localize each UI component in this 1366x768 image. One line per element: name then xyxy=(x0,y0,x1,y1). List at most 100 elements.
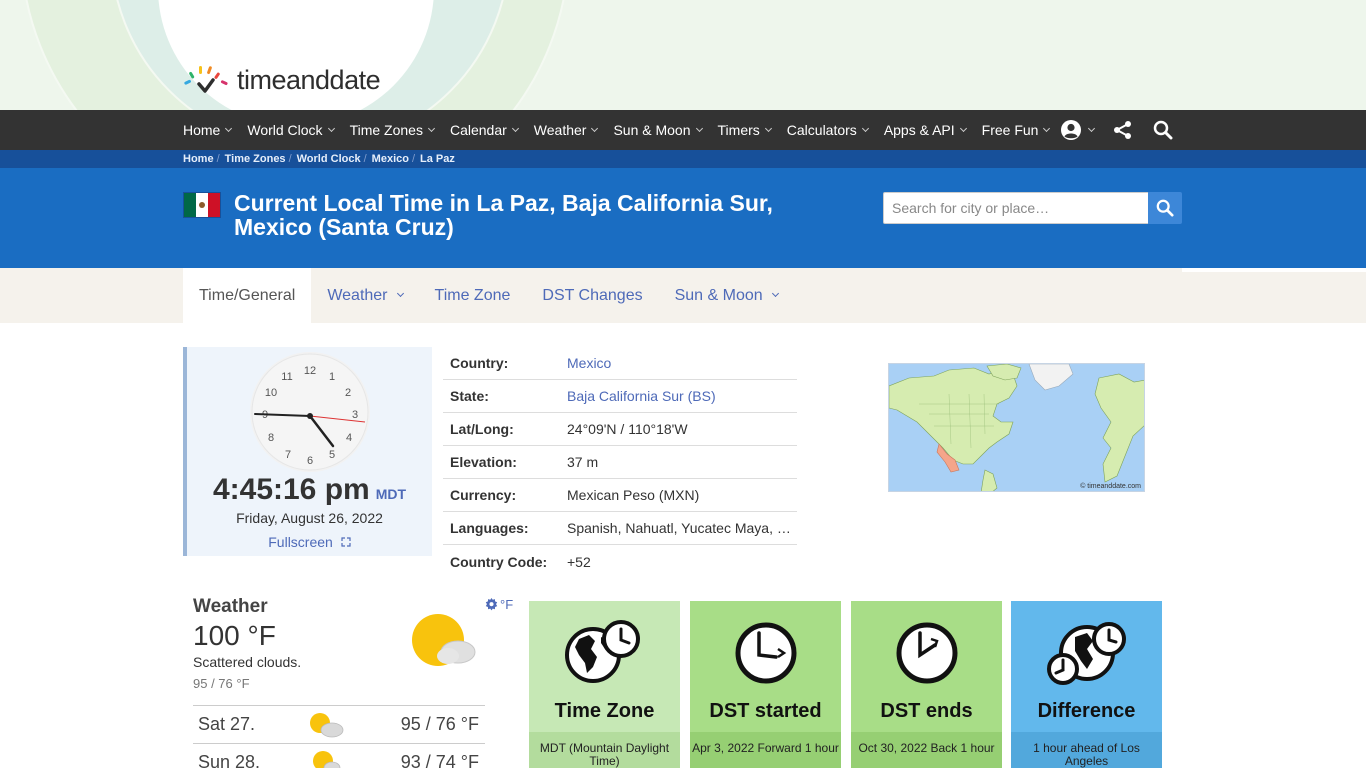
chevron-down-icon xyxy=(771,289,779,298)
site-header: timeanddate xyxy=(0,0,1366,110)
card-detail: 1 hour ahead of Los Angeles xyxy=(1011,732,1162,768)
breadcrumb-item[interactable]: World Clock / xyxy=(297,153,367,165)
info-value: +52 xyxy=(567,553,591,570)
logo-icon xyxy=(184,66,228,93)
nav-label: Calendar xyxy=(449,122,507,138)
nav-calculators[interactable]: Calculators xyxy=(786,122,869,138)
current-date: Friday, August 26, 2022 xyxy=(236,510,383,526)
world-map-image xyxy=(889,364,1144,491)
tab-dst-changes[interactable]: DST Changes xyxy=(526,268,658,323)
svg-text:8: 8 xyxy=(268,432,274,444)
account-menu[interactable] xyxy=(1060,119,1096,141)
breadcrumb-label: Time Zones xyxy=(224,153,286,165)
info-row-country: Country: Mexico xyxy=(443,347,797,380)
weather-high-low: 95 / 76 °F xyxy=(193,676,250,691)
dst-started-card[interactable]: DST started Apr 3, 2022 Forward 1 hour xyxy=(690,601,841,768)
globe-clock-icon xyxy=(565,620,640,683)
nav-time-zones[interactable]: Time Zones xyxy=(350,122,435,138)
expand-icon xyxy=(341,537,351,547)
breadcrumb-separator: / xyxy=(288,153,292,165)
card-title: DST started xyxy=(709,700,822,722)
nav-calendar[interactable]: Calendar xyxy=(449,122,519,138)
city-search-input[interactable] xyxy=(883,192,1149,224)
country-link[interactable]: Mexico xyxy=(567,355,792,371)
mexico-flag-icon xyxy=(183,192,221,218)
info-value: 37 m xyxy=(567,454,599,470)
nav-label: Free Fun xyxy=(981,122,1039,138)
time-zone-abbr[interactable]: MDT xyxy=(376,486,406,502)
breadcrumb-item[interactable]: Mexico / xyxy=(372,153,415,165)
share-icon xyxy=(1114,121,1131,139)
nav-label: Weather xyxy=(533,122,587,138)
tab-weather[interactable]: Weather xyxy=(311,268,418,323)
tab-label: DST Changes xyxy=(542,286,643,304)
forecast-row[interactable]: Sat 27. 95 / 76 °F xyxy=(193,705,485,743)
location-map[interactable]: © timeanddate.com xyxy=(888,363,1145,492)
info-value: Mexican Peso (MXN) xyxy=(567,487,700,503)
gear-icon xyxy=(485,598,498,611)
info-label: Lat/Long: xyxy=(450,421,514,437)
breadcrumb-label: La Paz xyxy=(420,153,455,165)
nav-free-fun[interactable]: Free Fun xyxy=(981,122,1051,138)
card-title: Difference xyxy=(1037,700,1136,722)
tab-label: Weather xyxy=(327,286,388,304)
city-search-button[interactable] xyxy=(1148,192,1182,224)
divider xyxy=(1182,268,1366,272)
nav-apps-api[interactable]: Apps & API xyxy=(884,122,967,138)
chevron-down-icon xyxy=(1087,124,1096,133)
nav-sun-moon[interactable]: Sun & Moon xyxy=(613,122,703,138)
search-icon xyxy=(1156,199,1174,217)
weather-units-toggle[interactable]: °F xyxy=(485,597,513,612)
svg-text:7: 7 xyxy=(285,449,291,461)
tab-time-zone[interactable]: Time Zone xyxy=(419,268,527,323)
nav-home[interactable]: Home xyxy=(183,122,233,138)
nav-search-button[interactable] xyxy=(1153,120,1173,145)
tab-label: Time/General xyxy=(199,286,296,304)
state-link[interactable]: Baja California Sur (BS) xyxy=(567,388,792,404)
nav-label: Sun & Moon xyxy=(613,122,691,138)
chevron-down-icon xyxy=(396,289,404,298)
breadcrumb-label: Mexico xyxy=(371,153,409,165)
location-info-table: Country: Mexico State: Baja California Sur… xyxy=(443,347,797,578)
section-tabs: Time/General Weather Time Zone DST Chang… xyxy=(0,268,1366,323)
nav-world-clock[interactable]: World Clock xyxy=(247,122,335,138)
clock-forward-icon xyxy=(735,622,797,684)
unit-label: °F xyxy=(500,597,514,612)
breadcrumb-item[interactable]: Home / xyxy=(183,153,220,165)
tab-sun-moon[interactable]: Sun & Moon xyxy=(659,268,794,323)
card-detail: MDT (Mountain Daylight Time) xyxy=(529,732,680,768)
info-row-country-code: Country Code: +52 xyxy=(443,545,797,578)
info-label: Country Code: xyxy=(450,553,548,570)
user-icon xyxy=(1061,120,1081,140)
partly-cloudy-icon xyxy=(412,614,476,666)
chevron-down-icon xyxy=(695,124,703,133)
info-label: Currency: xyxy=(450,487,517,503)
info-label: Languages: xyxy=(450,520,529,536)
nav-label: World Clock xyxy=(247,122,323,138)
breadcrumb-separator: / xyxy=(411,153,416,165)
card-detail: Oct 30, 2022 Back 1 hour xyxy=(851,732,1002,768)
fullscreen-link[interactable]: Fullscreen xyxy=(187,534,432,550)
share-button[interactable] xyxy=(1113,120,1133,145)
time-zone-card[interactable]: Time Zone MDT (Mountain Daylight Time) xyxy=(529,601,680,768)
breadcrumb-separator: / xyxy=(363,153,367,165)
forecast-temps: 95 / 76 °F xyxy=(400,714,479,734)
site-logo[interactable]: timeanddate xyxy=(183,64,381,96)
breadcrumb-current[interactable]: La Paz xyxy=(420,153,455,165)
info-row-state: State: Baja California Sur (BS) xyxy=(443,380,797,413)
nav-label: Timers xyxy=(717,122,760,138)
card-detail: Apr 3, 2022 Forward 1 hour xyxy=(690,732,841,768)
time-difference-card[interactable]: Difference 1 hour ahead of Los Angeles xyxy=(1011,601,1162,768)
nav-label: Home xyxy=(183,122,221,138)
tab-time-general[interactable]: Time/General xyxy=(183,268,312,323)
weather-forecast: Sat 27. 95 / 76 °F Sun 28. 93 / 74 °F xyxy=(193,705,485,768)
breadcrumb-item[interactable]: Time Zones / xyxy=(225,153,292,165)
nav-weather[interactable]: Weather xyxy=(533,122,599,138)
dst-ends-card[interactable]: DST ends Oct 30, 2022 Back 1 hour xyxy=(851,601,1002,768)
info-row-latlong: Lat/Long: 24°09'N / 110°18'W xyxy=(443,413,797,446)
chevron-down-icon xyxy=(591,124,599,133)
nav-timers[interactable]: Timers xyxy=(717,122,772,138)
chevron-down-icon xyxy=(861,124,869,133)
forecast-row[interactable]: Sun 28. 93 / 74 °F xyxy=(193,743,485,768)
nav-label: Calculators xyxy=(786,122,857,138)
